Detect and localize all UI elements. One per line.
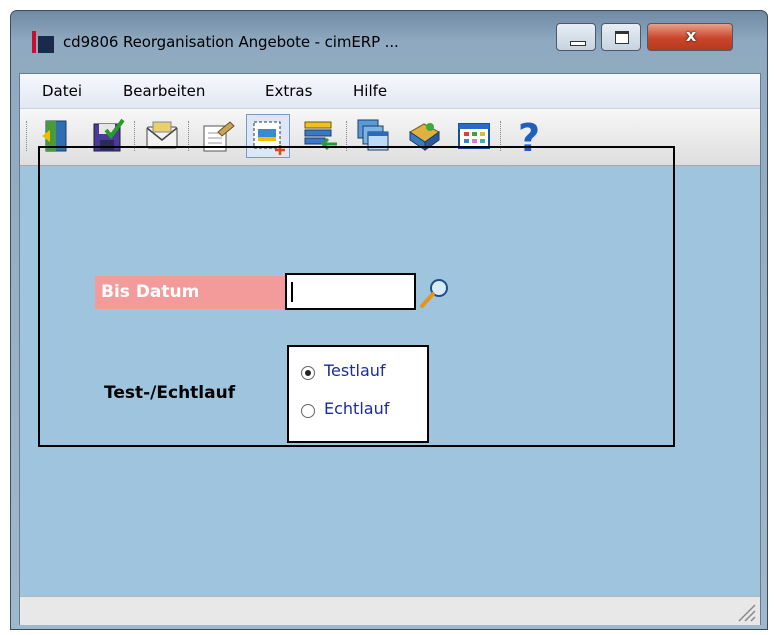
search-icon[interactable] (419, 275, 453, 309)
maximize-icon (615, 31, 629, 44)
radio-testlauf-label[interactable]: Testlauf (324, 361, 386, 380)
text-caret (291, 282, 293, 302)
minimize-icon (570, 41, 586, 46)
close-icon: x (685, 26, 697, 45)
bis-datum-input[interactable] (285, 273, 416, 310)
radio-unselected-icon[interactable] (301, 404, 315, 418)
radio-selected-icon[interactable] (301, 366, 315, 380)
radio-echtlauf-label[interactable]: Echtlauf (324, 399, 389, 418)
toolbar-grip[interactable] (26, 121, 30, 151)
menu-extras[interactable]: Extras (265, 82, 312, 100)
test-echtlauf-label: Test-/Echtlauf (104, 383, 236, 403)
menu-bearbeiten[interactable]: Bearbeiten (123, 82, 205, 100)
radio-echtlauf[interactable]: Echtlauf (301, 399, 426, 427)
menu-bar: Datei Bearbeiten Extras Hilfe (20, 74, 760, 109)
status-bar (20, 596, 760, 625)
resize-grip-icon[interactable] (734, 600, 756, 622)
maximize-button[interactable] (601, 23, 641, 51)
run-mode-radio-group: Testlauf Echtlauf (287, 345, 429, 443)
menu-datei[interactable]: Datei (42, 82, 82, 100)
app-logo-icon (32, 31, 54, 53)
minimize-button[interactable] (556, 23, 596, 51)
close-button[interactable]: x (647, 23, 733, 51)
radio-testlauf[interactable]: Testlauf (301, 361, 426, 389)
window-title: cd9806 Reorganisation Angebote - cimERP … (63, 33, 399, 51)
bis-datum-label: Bis Datum (95, 276, 286, 309)
title-bar[interactable]: cd9806 Reorganisation Angebote - cimERP … (11, 11, 767, 71)
menu-hilfe[interactable]: Hilfe (353, 82, 387, 100)
